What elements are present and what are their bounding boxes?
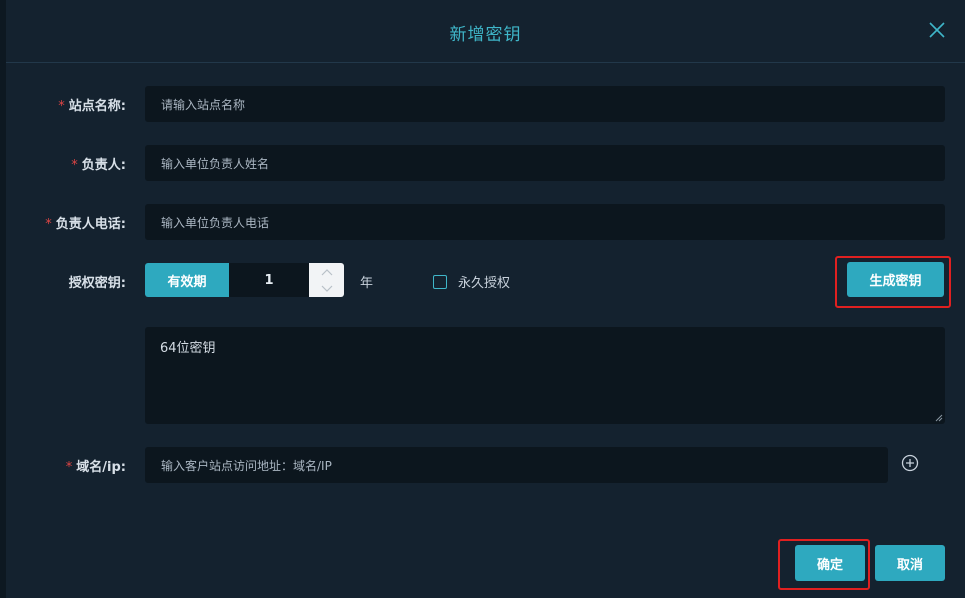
years-input[interactable]: 1 — [229, 263, 309, 297]
permanent-checkbox-row[interactable]: 永久授权 — [433, 272, 510, 291]
owner-phone-placeholder: 输入单位负责人电话 — [161, 215, 270, 230]
years-stepper — [309, 263, 344, 297]
key-placeholder: 64位密钥 — [160, 341, 216, 356]
validity-button[interactable]: 有效期 — [145, 263, 229, 297]
owner-placeholder: 输入单位负责人姓名 — [161, 156, 270, 171]
highlight-box — [778, 539, 870, 590]
auth-key-label: 授权密钥: — [68, 276, 126, 291]
permanent-checkbox[interactable] — [433, 274, 447, 289]
dialog-header: 新增密钥 — [6, 0, 965, 63]
domain-input[interactable]: 输入客户站点访问地址：域名/IP — [145, 447, 888, 483]
required-marker: * — [45, 217, 52, 232]
close-icon[interactable] — [927, 20, 947, 40]
cancel-button[interactable]: 取消 — [875, 545, 945, 581]
plus-circle-icon[interactable] — [901, 454, 919, 472]
domain-label: * 域名/ip: — [65, 460, 126, 475]
dialog-title: 新增密钥 — [449, 25, 522, 45]
chevron-up-icon — [321, 268, 332, 275]
owner-phone-input[interactable]: 输入单位负责人电话 — [145, 204, 945, 240]
resize-handle-icon[interactable] — [935, 414, 943, 422]
stepper-down-button[interactable] — [309, 280, 344, 297]
chevron-down-icon — [321, 285, 332, 292]
site-name-label: * 站点名称: — [58, 99, 126, 114]
site-name-placeholder: 请输入站点名称 — [161, 97, 246, 112]
site-name-input[interactable]: 请输入站点名称 — [145, 86, 945, 122]
owner-phone-label: * 负责人电话: — [45, 217, 126, 232]
permanent-label: 永久授权 — [458, 276, 511, 291]
year-unit: 年 — [360, 276, 374, 291]
required-marker: * — [58, 99, 65, 114]
required-marker: * — [71, 158, 78, 173]
stepper-up-button[interactable] — [309, 263, 344, 280]
owner-label: * 负责人: — [71, 158, 126, 173]
highlight-box — [835, 256, 951, 308]
required-marker: * — [65, 460, 73, 475]
owner-input[interactable]: 输入单位负责人姓名 — [145, 145, 945, 181]
key-textarea[interactable]: 64位密钥 — [145, 327, 945, 424]
domain-placeholder: 输入客户站点访问地址：域名/IP — [161, 458, 332, 473]
